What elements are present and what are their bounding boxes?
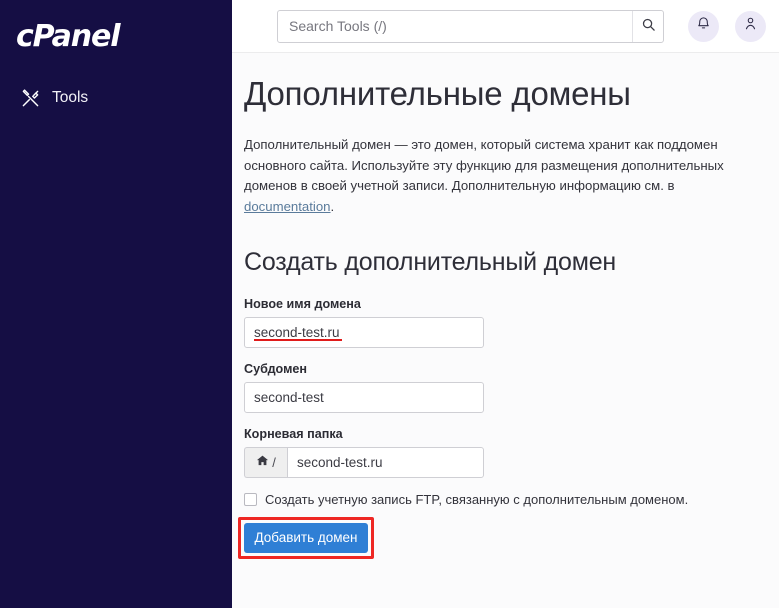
search-icon [641,17,656,35]
description-text-2: . [330,199,335,215]
document-root-input[interactable] [287,446,484,478]
page-description: Дополнительный домен — это домен, которы… [244,135,749,218]
sidebar-item-label: Tools [52,89,89,106]
user-icon [743,16,758,36]
search-input[interactable] [277,9,664,43]
cpanel-logo[interactable]: cPanel [16,22,121,52]
search-button[interactable] [632,10,663,42]
section-title: Создать дополнительный домен [244,247,617,276]
new-domain-input-wrap [244,316,484,348]
description-text-1: Дополнительный домен — это домен, которы… [244,137,724,194]
search-container [277,9,664,43]
home-icon [256,454,269,470]
field-document-root: Корневая папка / [244,427,749,478]
notifications-button[interactable] [688,10,719,42]
documentation-link[interactable]: documentation [244,199,331,214]
cpanel-app: cPanel Tools Search Tools (/) Дополнител… [0,0,779,608]
main-area: Дополнительные домены Дополнительный дом… [232,0,779,608]
add-domain-button[interactable]: Добавить домен [244,522,368,553]
field-subdomain: Субдомен [244,362,749,413]
document-root-label: Корневая папка [244,426,343,441]
document-root-group: / [244,446,484,478]
sidebar: cPanel Tools [0,0,232,608]
ftp-account-checkbox[interactable] [244,492,257,506]
subdomain-input[interactable] [244,381,484,413]
sidebar-item-tools[interactable]: Tools [20,88,88,108]
user-account-button[interactable] [735,10,766,42]
subdomain-label: Субдомен [244,361,308,376]
page-content: Дополнительные домены Дополнительный дом… [232,53,779,559]
document-root-prefix: / [244,446,287,478]
bell-icon [696,16,711,36]
ftp-checkbox-row: Создать учетную запись FTP, связанную с … [244,492,749,507]
path-separator: / [272,454,276,470]
tools-icon [20,88,40,108]
new-domain-input[interactable] [244,316,484,348]
submit-area: Добавить домен [238,516,380,559]
top-bar [232,0,779,53]
field-new-domain: Новое имя домена [244,297,749,348]
new-domain-label: Новое имя домена [244,296,361,311]
ftp-account-label[interactable]: Создать учетную запись FTP, связанную с … [265,492,688,507]
page-title: Дополнительные домены [244,75,631,112]
